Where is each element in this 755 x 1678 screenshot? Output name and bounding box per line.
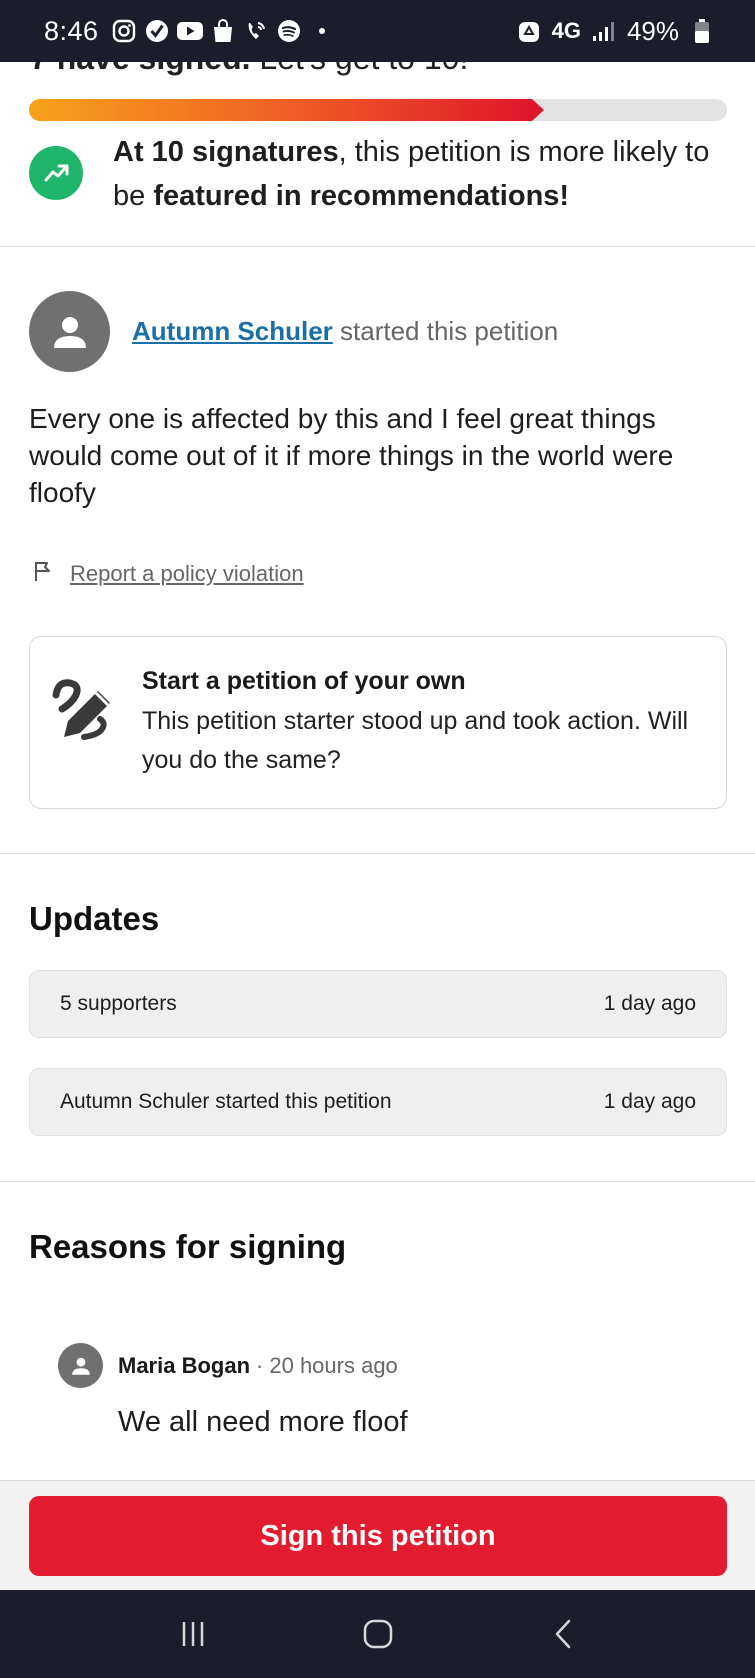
update-time: 1 day ago: [603, 1090, 696, 1113]
update-item[interactable]: Autumn Schuler started this petition 1 d…: [29, 1068, 727, 1136]
starter-name-link[interactable]: Autumn Schuler: [132, 316, 333, 346]
commenter-name: Maria Bogan: [118, 1352, 251, 1378]
petition-description: Every one is affected by this and I feel…: [29, 403, 674, 508]
milestone-text: At 10 signatures, this petition is more …: [113, 130, 729, 218]
milestone-goal: At 10 signatures: [113, 136, 339, 168]
report-violation[interactable]: Report a policy violation: [33, 560, 304, 587]
verizon-icon: [144, 18, 170, 44]
instagram-icon: [111, 18, 137, 44]
shopping-bag-icon: [210, 18, 236, 44]
section-divider: [0, 1181, 755, 1182]
avatar[interactable]: [29, 291, 110, 372]
cta-title: Start a petition of your own: [142, 667, 466, 695]
update-time: 1 day ago: [603, 992, 696, 1015]
section-divider: [0, 246, 755, 247]
youtube-icon: [176, 18, 203, 44]
spotify-icon: [276, 18, 302, 44]
update-item[interactable]: 5 supporters 1 day ago: [29, 970, 727, 1038]
reason-header: Maria Bogan · 20 hours ago: [58, 1343, 738, 1388]
sticky-sign-bar: Sign this petition: [0, 1480, 755, 1590]
back-button[interactable]: [533, 1604, 593, 1664]
separator: ·: [256, 1352, 264, 1378]
update-label: 5 supporters: [60, 992, 177, 1015]
avatar: [58, 1343, 103, 1388]
system-navigation-bar: [0, 1590, 755, 1678]
milestone-benefit: featured in recommendations!: [153, 180, 570, 212]
recent-apps-button[interactable]: [163, 1604, 223, 1664]
pencil-edit-icon: [48, 675, 118, 745]
reasons-heading: Reasons for signing: [29, 1228, 347, 1265]
petition-starter: Autumn Schuler started this petition: [29, 291, 558, 372]
network-type: 4G: [551, 18, 581, 43]
starter-line: Autumn Schuler started this petition: [132, 316, 558, 347]
updates-heading: Updates: [29, 900, 160, 937]
dot-icon: [309, 18, 335, 44]
sign-petition-button[interactable]: Sign this petition: [29, 1496, 727, 1576]
progress-tip: [532, 99, 544, 121]
battery-icon: [689, 18, 715, 44]
signature-progress-bar: [29, 99, 727, 121]
status-bar: 8:46 4G 49%: [0, 0, 755, 62]
battery-saver-icon: [516, 18, 542, 44]
cta-body: Start a petition of your own This petiti…: [142, 667, 702, 808]
comment-time: 20 hours ago: [269, 1352, 398, 1378]
trending-up-icon: [29, 146, 83, 200]
flag-icon: [33, 560, 53, 587]
milestone-message: At 10 signatures, this petition is more …: [29, 130, 729, 218]
cta-text: This petition starter stood up and took …: [142, 707, 689, 774]
home-button[interactable]: [348, 1604, 408, 1664]
section-divider: [0, 853, 755, 854]
system-status: 4G 49%: [516, 16, 715, 47]
update-label: Autumn Schuler started this petition: [60, 1090, 392, 1113]
comment-text: We all need more floof: [118, 1406, 408, 1438]
reason-comment: Maria Bogan · 20 hours ago We all need m…: [58, 1343, 738, 1439]
progress-fill: [29, 99, 532, 121]
start-petition-card[interactable]: Start a petition of your own This petiti…: [29, 636, 727, 809]
status-time: 8:46: [44, 15, 99, 46]
battery-percent: 49%: [626, 15, 679, 46]
signal-icon: [591, 18, 617, 44]
wifi-calling-icon: [243, 18, 269, 44]
report-link[interactable]: Report a policy violation: [70, 561, 304, 587]
notification-icons: [111, 18, 335, 44]
starter-suffix: started this petition: [332, 316, 559, 346]
